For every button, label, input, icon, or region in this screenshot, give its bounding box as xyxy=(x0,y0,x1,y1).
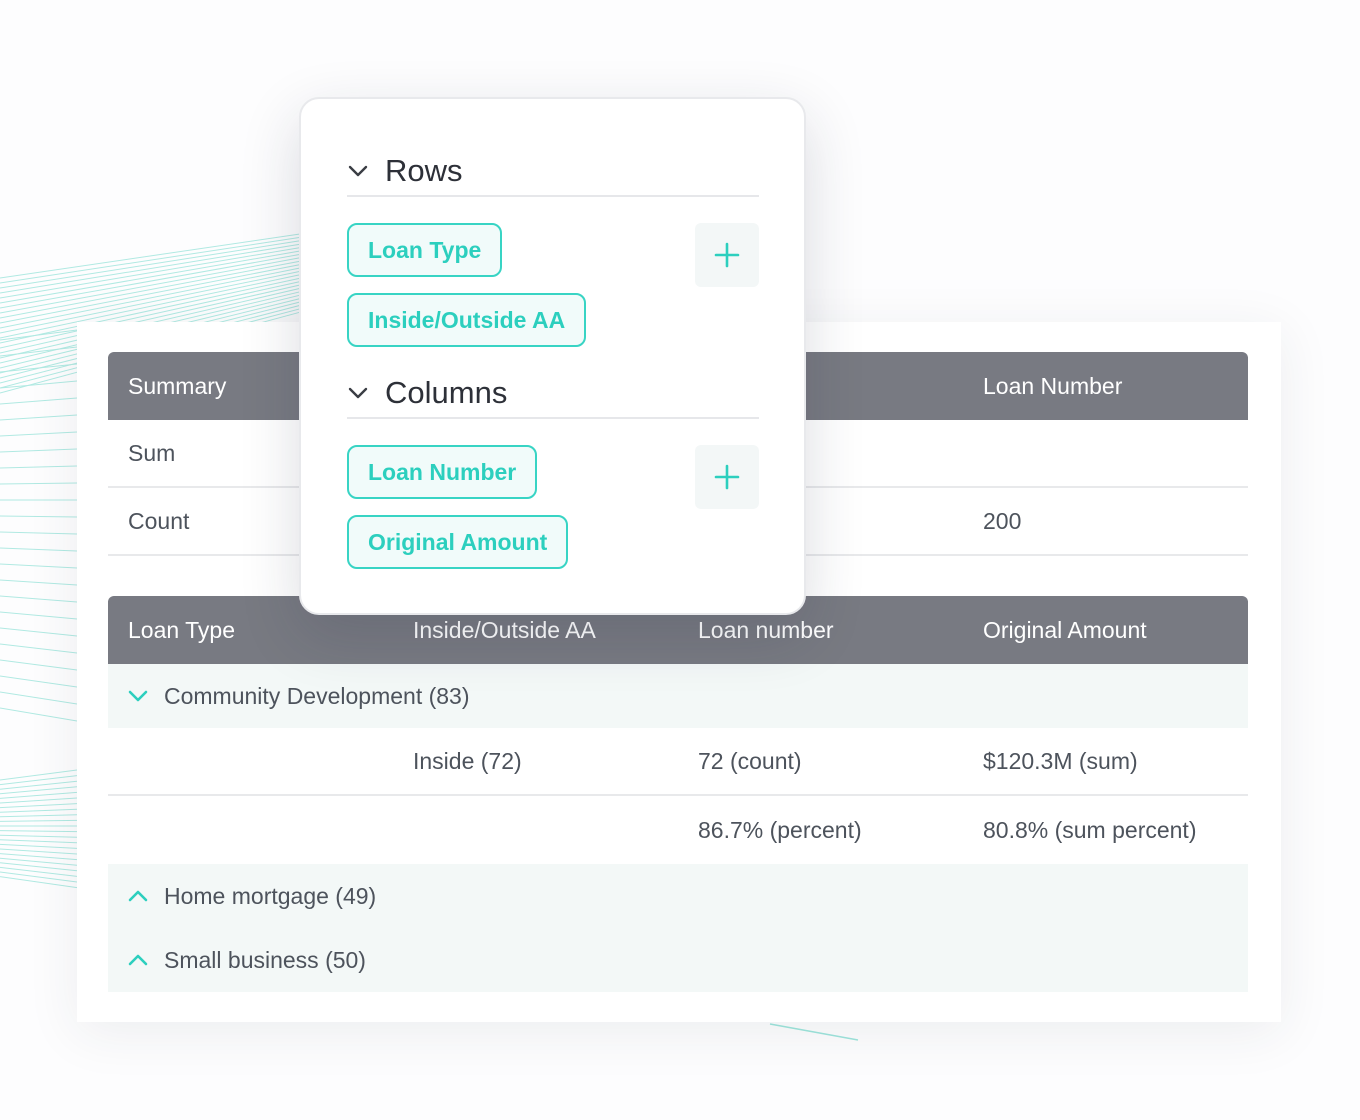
loan-number-value: 86.7% (percent) xyxy=(698,816,862,843)
original-amount-value: 80.8% (sum percent) xyxy=(983,816,1197,843)
rows-section-title: Rows xyxy=(385,153,463,188)
add-column-button[interactable] xyxy=(695,445,759,509)
loan-number-value: 72 (count) xyxy=(698,747,802,774)
columns-section-header[interactable]: Columns xyxy=(347,369,759,419)
column-header-inside-outside[interactable]: Inside/Outside AA xyxy=(393,617,678,644)
group-label: Community Development (83) xyxy=(164,682,470,709)
column-header-loan-number[interactable]: Loan number xyxy=(678,617,963,644)
original-amount-value: $120.3M (sum) xyxy=(983,747,1138,774)
group-row-small-business[interactable]: Small business (50) xyxy=(108,928,1248,992)
chevron-up-icon[interactable] xyxy=(128,954,148,966)
chevron-down-icon xyxy=(348,387,368,399)
group-label: Home mortgage (49) xyxy=(164,882,377,909)
row-chip-inside-outside[interactable]: Inside/Outside AA xyxy=(347,293,587,347)
plus-icon xyxy=(714,464,740,490)
rows-section-header[interactable]: Rows xyxy=(347,147,759,197)
column-chip-original-amount[interactable]: Original Amount xyxy=(347,515,569,569)
column-header-loan-type[interactable]: Loan Type xyxy=(108,617,393,644)
chevron-down-icon[interactable] xyxy=(128,690,148,702)
row-chip-loan-type[interactable]: Loan Type xyxy=(347,223,503,277)
summary-loan-number-value: 200 xyxy=(983,507,1022,534)
column-header-original-amount[interactable]: Original Amount xyxy=(963,617,1248,644)
chevron-up-icon[interactable] xyxy=(128,890,148,902)
add-row-button[interactable] xyxy=(695,223,759,287)
table-row: 86.7% (percent) 80.8% (sum percent) xyxy=(108,796,1248,864)
inside-outside-value: Inside (72) xyxy=(413,747,522,774)
column-chip-loan-number[interactable]: Loan Number xyxy=(347,445,538,499)
chevron-down-icon xyxy=(348,165,368,177)
summary-header-cell: Loan Number xyxy=(983,372,1123,399)
pivot-config-popover: Rows Loan Type Inside/Outside AA Columns… xyxy=(299,97,806,615)
group-row-community-development[interactable]: Community Development (83) xyxy=(108,664,1248,728)
plus-icon xyxy=(714,242,740,268)
group-row-home-mortgage[interactable]: Home mortgage (49) xyxy=(108,864,1248,928)
columns-section-title: Columns xyxy=(385,375,508,410)
table-row: Inside (72) 72 (count) $120.3M (sum) xyxy=(108,728,1248,796)
group-label: Small business (50) xyxy=(164,946,366,973)
